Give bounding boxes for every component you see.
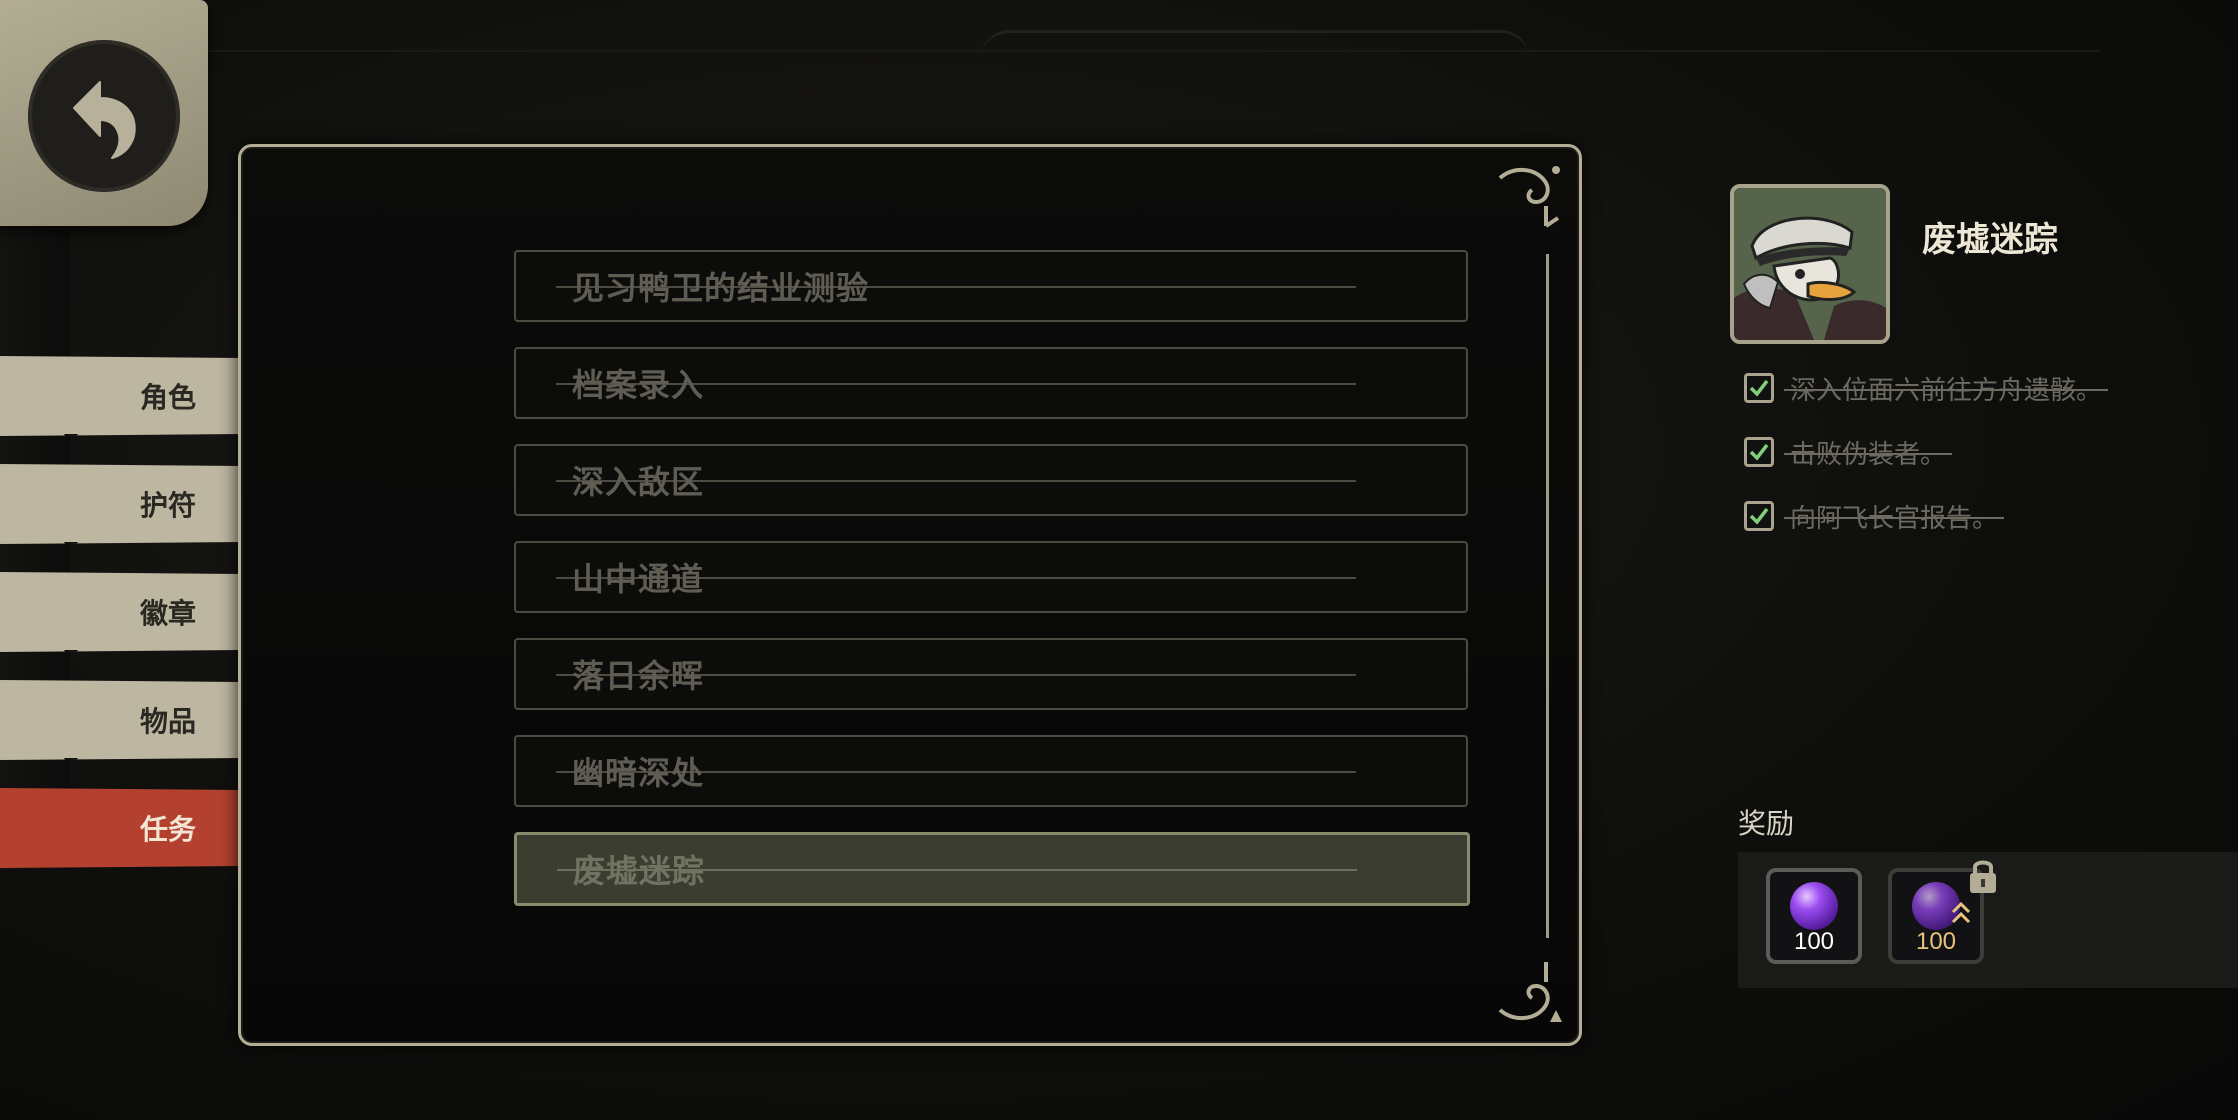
objective-item: 深入位面六前往方舟遗骸。: [1744, 368, 2109, 408]
objective-item: 击败伪装者。: [1744, 432, 1953, 472]
objective-text: 向阿飞长官报告。: [1783, 498, 2005, 535]
purple-orb-icon: [1790, 882, 1838, 930]
quest-item[interactable]: 山中通道: [514, 541, 1468, 613]
quest-item[interactable]: 见习鸭卫的结业测验: [514, 250, 1468, 322]
tab-label: 护符: [140, 489, 197, 522]
tab-label: 物品: [140, 705, 197, 738]
objective-item: 向阿飞长官报告。: [1744, 496, 2005, 536]
quest-item[interactable]: 档案录入: [514, 347, 1468, 419]
checkbox-checked-icon: [1744, 373, 1774, 403]
background-strut: [0, 230, 70, 870]
reward-slot[interactable]: 100: [1766, 868, 1862, 964]
corner-ornament-icon: [1498, 166, 1560, 228]
objective-text: 击败伪装者。: [1783, 434, 1953, 471]
lock-icon: [1970, 860, 1996, 893]
quest-list-scrollbar[interactable]: [1546, 254, 1549, 938]
quest-giver-portrait: [1730, 184, 1890, 344]
quest-label: 档案录入: [572, 366, 705, 404]
back-panel: [0, 0, 208, 226]
quest-label: 山中通道: [572, 560, 705, 598]
quest-item[interactable]: 深入敌区: [514, 444, 1468, 516]
upgrade-chevron-icon: [1951, 901, 1971, 924]
reward-count: 100: [1793, 928, 1835, 955]
tab-label: 徽章: [140, 597, 197, 630]
rewards-title: 奖励: [1738, 807, 1795, 840]
quest-item-selected[interactable]: 废墟迷踪: [514, 832, 1470, 906]
back-arrow-icon: [73, 81, 136, 159]
quest-label: 深入敌区: [572, 463, 705, 501]
quest-label: 落日余晖: [572, 657, 705, 695]
tab-label: 角色: [140, 381, 197, 414]
quest-label: 幽暗深处: [572, 754, 705, 792]
reward-count: 100: [1915, 928, 1957, 955]
background-frame: [980, 30, 1530, 73]
corner-ornament-icon: [1498, 962, 1562, 1022]
quest-item[interactable]: 幽暗深处: [514, 735, 1468, 807]
duck-officer-portrait: [1734, 188, 1886, 340]
back-button[interactable]: [28, 40, 180, 192]
checkbox-checked-icon: [1744, 437, 1774, 467]
quest-item[interactable]: 落日余晖: [514, 638, 1468, 710]
checkbox-checked-icon: [1744, 501, 1774, 531]
quest-title: 废墟迷踪: [1922, 220, 2058, 260]
quest-label: 废墟迷踪: [573, 852, 706, 890]
quest-label: 见习鸭卫的结业测验: [572, 269, 870, 307]
tab-label: 任务: [140, 813, 197, 846]
objective-text: 深入位面六前往方舟遗骸。: [1783, 370, 2109, 407]
